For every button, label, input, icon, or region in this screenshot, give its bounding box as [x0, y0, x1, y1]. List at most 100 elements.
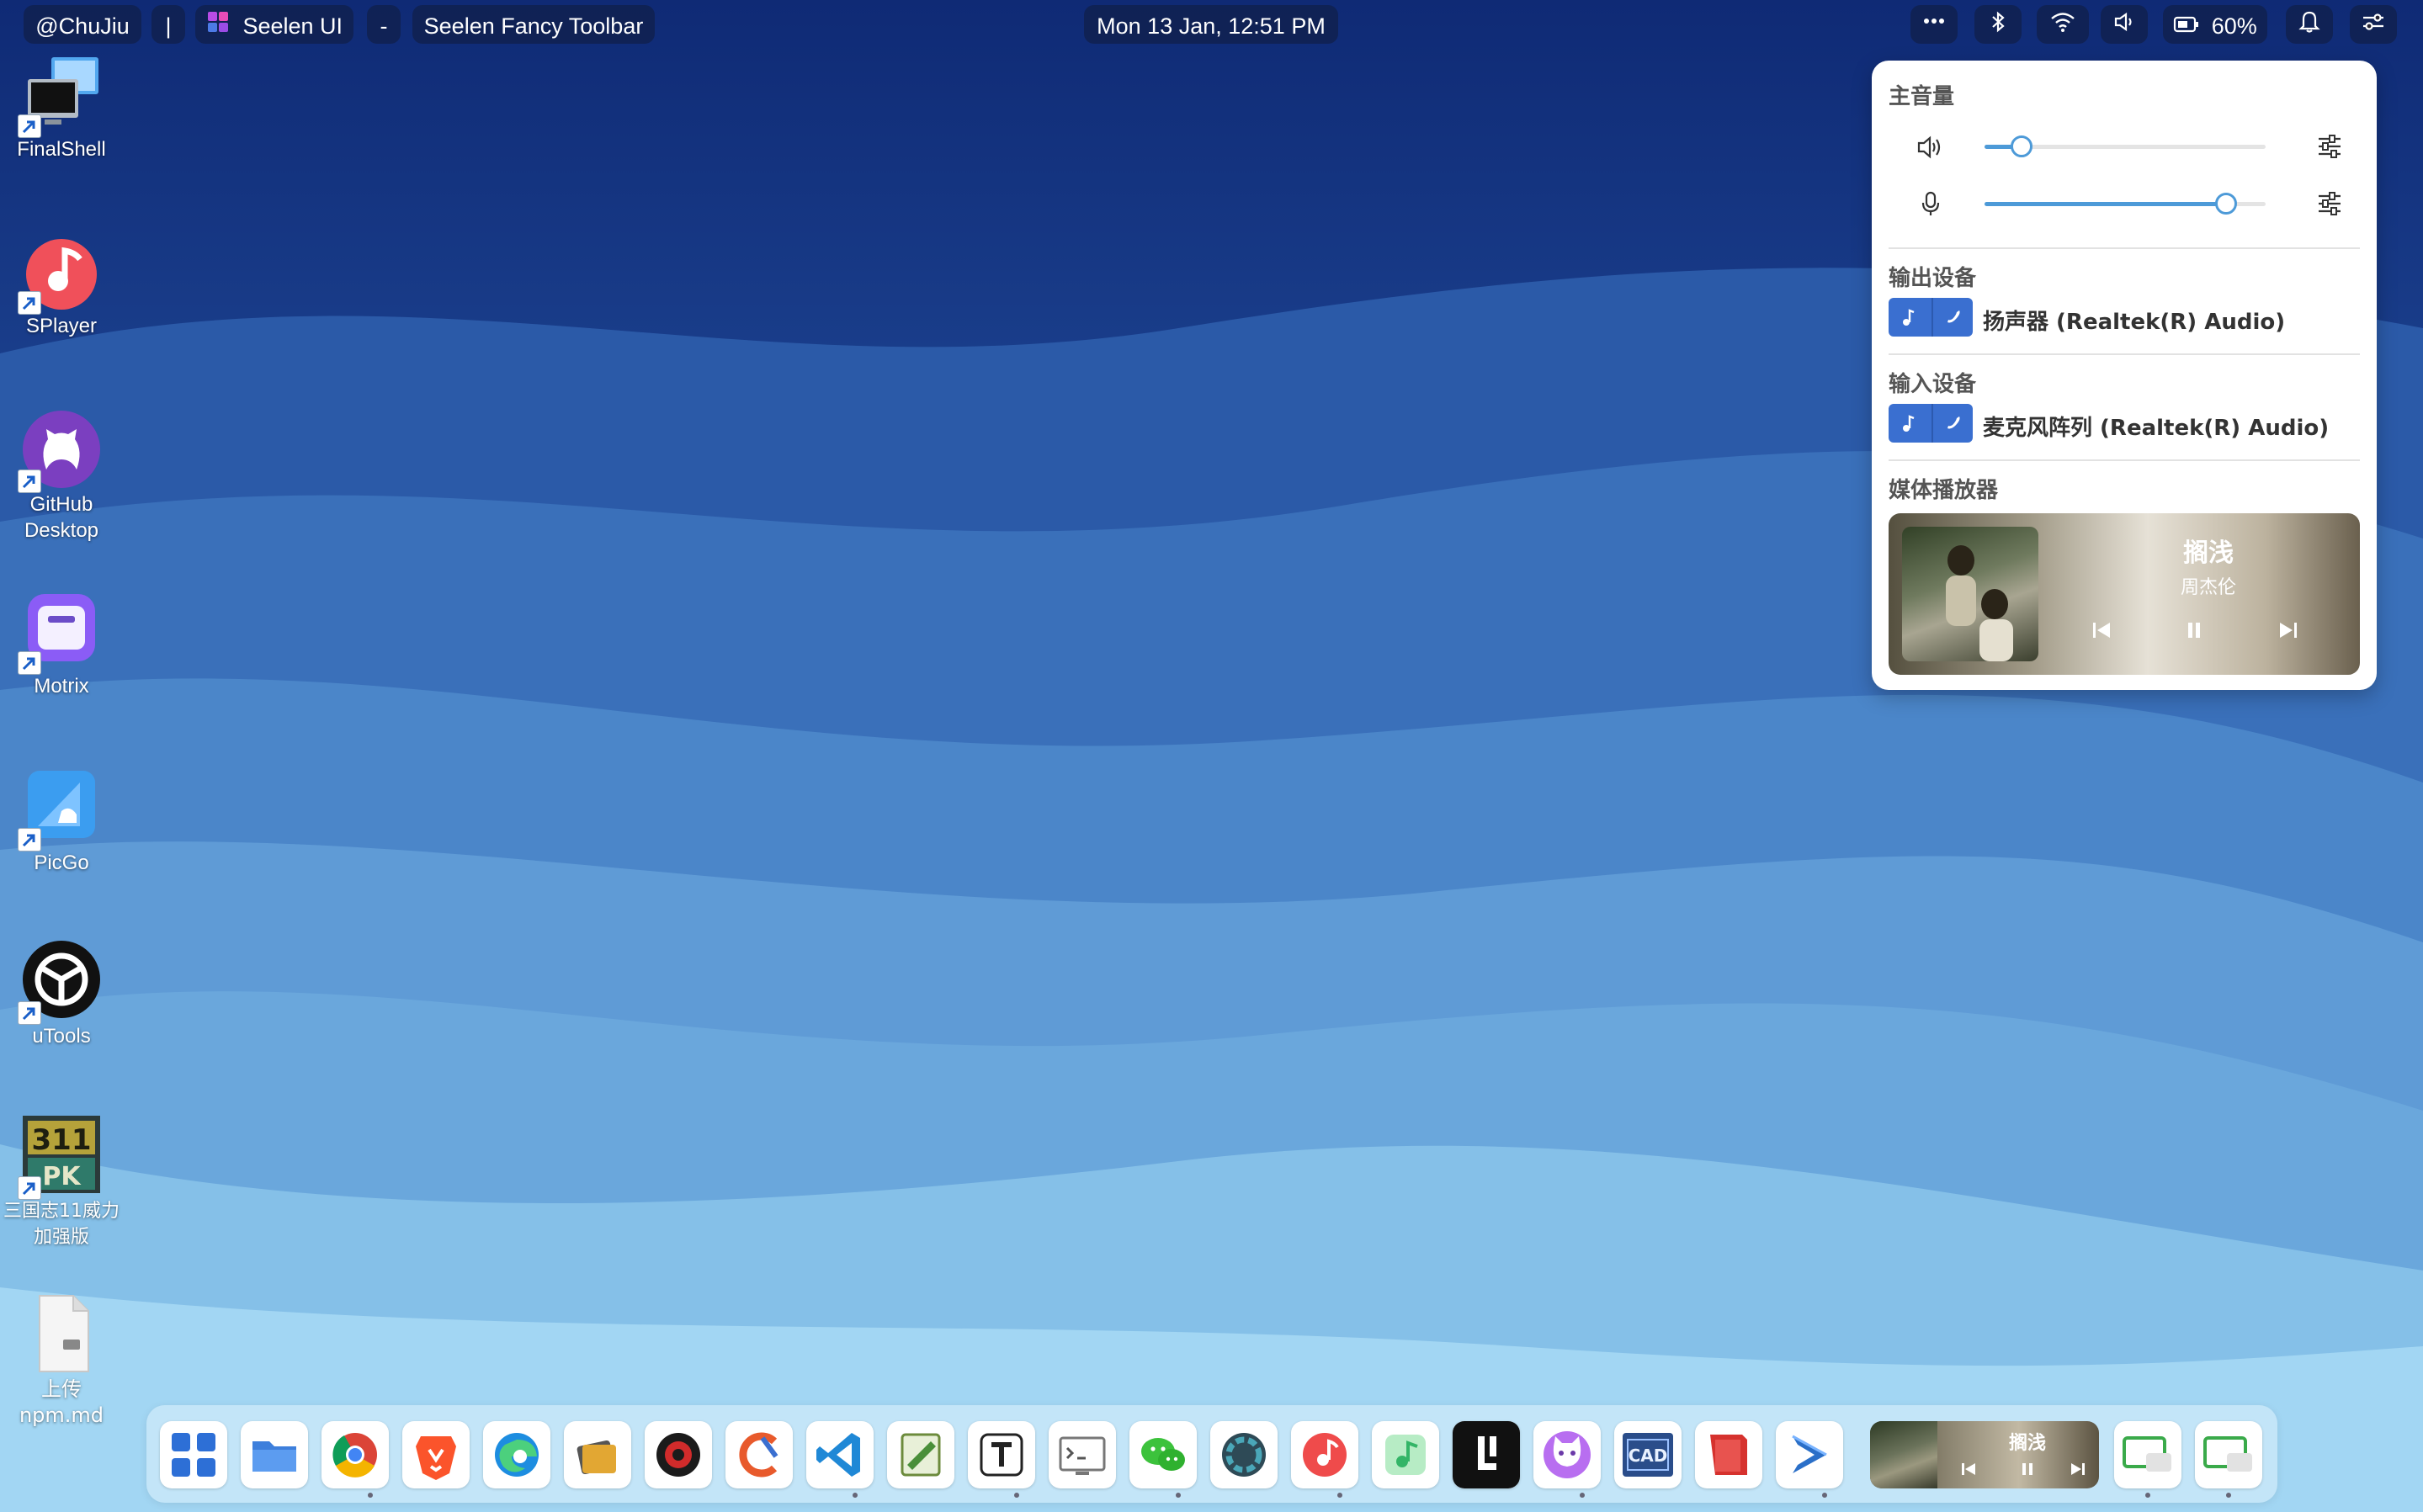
- dock-media-cover: [1870, 1421, 1937, 1488]
- music-note-icon: [1903, 309, 1915, 326]
- desktop-icon-sanguozhi[interactable]: 311 PK 三国志11威力加强版: [0, 1116, 123, 1250]
- output-device-title: 输出设备: [1889, 266, 1977, 291]
- next-track-button[interactable]: [2274, 616, 2303, 645]
- dock-app-ccleaner[interactable]: [725, 1421, 793, 1488]
- finalshell-icon: [18, 54, 102, 138]
- output-mixer-button[interactable]: [2316, 133, 2343, 164]
- window-title-text: Seelen Fancy Toolbar: [423, 13, 644, 39]
- utools-icon: [18, 941, 102, 1025]
- input-volume-slider[interactable]: [1985, 193, 2266, 215]
- focused-app-item[interactable]: Seelen UI: [195, 5, 353, 44]
- dock-app-wechat[interactable]: [1129, 1421, 1197, 1488]
- input-device-name[interactable]: 麦克风阵列 (Realtek(R) Audio): [1983, 411, 2329, 442]
- settings-button[interactable]: [2350, 5, 2397, 44]
- datetime[interactable]: Mon 13 Jan, 12:51 PM: [1084, 5, 1338, 44]
- desktop-icon-label: SPlayer: [25, 315, 98, 337]
- shortcut-arrow-icon: [18, 114, 41, 138]
- input-communications-button[interactable]: [1931, 404, 1973, 443]
- dock-app-obs[interactable]: [1210, 1421, 1278, 1488]
- volume-button[interactable]: [2101, 5, 2148, 44]
- toolbar-separator: |: [151, 5, 185, 44]
- start-menu-button[interactable]: [160, 1421, 227, 1488]
- battery-icon: [2173, 7, 2200, 45]
- splayer-icon: [18, 231, 102, 315]
- divider: [1889, 459, 2360, 461]
- dock-app-remote-desktop-2[interactable]: [2195, 1421, 2262, 1488]
- dock-app-netease-music[interactable]: [1291, 1421, 1358, 1488]
- input-volume-thumb[interactable]: [2215, 193, 2237, 215]
- dock-media-title: 搁浅: [2008, 1433, 2046, 1454]
- running-indicator: [1176, 1493, 1181, 1498]
- dock-app-lighting[interactable]: [1453, 1421, 1520, 1488]
- output-communications-button[interactable]: [1931, 298, 1973, 337]
- bluetooth-icon: [1986, 7, 2010, 45]
- dock-app-wps[interactable]: [1695, 1421, 1762, 1488]
- more-button[interactable]: [1910, 5, 1958, 44]
- desktop-icon-npm-md[interactable]: 上传npm.md: [0, 1294, 123, 1429]
- output-volume-thumb[interactable]: [2011, 135, 2032, 157]
- dock-app-remote-desktop-1[interactable]: [2114, 1421, 2181, 1488]
- shortcut-arrow-icon: [18, 828, 41, 851]
- window-title[interactable]: Seelen Fancy Toolbar: [412, 5, 655, 44]
- dock-app-terminal[interactable]: [1049, 1421, 1116, 1488]
- svg-text:311: 311: [32, 1123, 92, 1157]
- input-mixer-button[interactable]: [2316, 190, 2343, 221]
- output-device-name[interactable]: 扬声器 (Realtek(R) Audio): [1983, 305, 2285, 336]
- dock-app-chrome[interactable]: [321, 1421, 389, 1488]
- battery-percent: 60%: [2211, 13, 2257, 39]
- dock-app-7[interactable]: [645, 1421, 712, 1488]
- desktop-icon-label: FinalShell: [17, 138, 106, 161]
- music-green-icon: [1385, 1435, 1426, 1475]
- speaker-icon[interactable]: [1916, 135, 1944, 164]
- dock-app-vscode[interactable]: [806, 1421, 874, 1488]
- battery-button[interactable]: 60%: [2163, 5, 2267, 44]
- cat-icon: [1544, 1431, 1591, 1478]
- microphone-icon[interactable]: [1919, 190, 1942, 221]
- notifications-button[interactable]: [2286, 5, 2333, 44]
- dock-app-cat[interactable]: [1533, 1421, 1601, 1488]
- input-multimedia-button[interactable]: [1889, 404, 1930, 443]
- output-multimedia-button[interactable]: [1889, 298, 1930, 337]
- dock-app-typora[interactable]: [968, 1421, 1035, 1488]
- dock-pause-button[interactable]: [2017, 1458, 2038, 1480]
- shortcut-arrow-icon: [18, 651, 41, 675]
- dock-app-file-explorer[interactable]: [241, 1421, 308, 1488]
- dock-previous-button[interactable]: [1958, 1458, 1979, 1480]
- dock-app-powershell[interactable]: [1776, 1421, 1843, 1488]
- running-indicator: [2145, 1493, 2150, 1498]
- wifi-button[interactable]: [2037, 5, 2089, 44]
- media-player-card: 搁浅 周杰伦: [1889, 513, 2360, 675]
- brave-lion-icon: [416, 1436, 456, 1480]
- divider: [1889, 353, 2360, 355]
- previous-track-button[interactable]: [2087, 616, 2116, 645]
- running-indicator: [2226, 1493, 2231, 1498]
- master-volume-title: 主音量: [1889, 84, 1955, 109]
- desktop-icon-picgo[interactable]: PicGo: [0, 767, 123, 876]
- desktop-icon-github-desktop[interactable]: GitHub Desktop: [0, 409, 123, 544]
- media-song-title: 搁浅: [2183, 538, 2234, 568]
- github-desktop-icon: [18, 409, 102, 493]
- output-volume-slider[interactable]: [1985, 135, 2266, 157]
- folder-icon: [252, 1441, 296, 1472]
- desktop-icon-splayer[interactable]: SPlayer: [0, 231, 123, 339]
- shortcut-arrow-icon: [18, 1001, 41, 1025]
- dock-next-button[interactable]: [2067, 1458, 2089, 1480]
- user-label[interactable]: @ChuJiu: [24, 5, 141, 44]
- dock-media-widget[interactable]: 搁浅: [1870, 1421, 2099, 1488]
- bluetooth-button[interactable]: [1974, 5, 2022, 44]
- desktop-icon-motrix[interactable]: Motrix: [0, 591, 123, 699]
- more-icon: [1921, 7, 1947, 45]
- dock-app-cad[interactable]: CAD: [1614, 1421, 1682, 1488]
- desktop-icon-finalshell[interactable]: FinalShell: [0, 54, 123, 162]
- pause-button[interactable]: [2180, 616, 2208, 645]
- sliders-icon: [2319, 135, 2341, 158]
- dock-app-qq-music[interactable]: [1372, 1421, 1439, 1488]
- dock-app-edge[interactable]: [483, 1421, 550, 1488]
- dock-app-editor[interactable]: [887, 1421, 954, 1488]
- bell-icon: [2298, 7, 2321, 45]
- chrome-icon: [332, 1433, 377, 1478]
- dock-app-brave[interactable]: [402, 1421, 470, 1488]
- dock-app-6[interactable]: [564, 1421, 631, 1488]
- desktop-icon-label: PicGo: [34, 851, 89, 874]
- desktop-icon-utools[interactable]: uTools: [0, 941, 123, 1049]
